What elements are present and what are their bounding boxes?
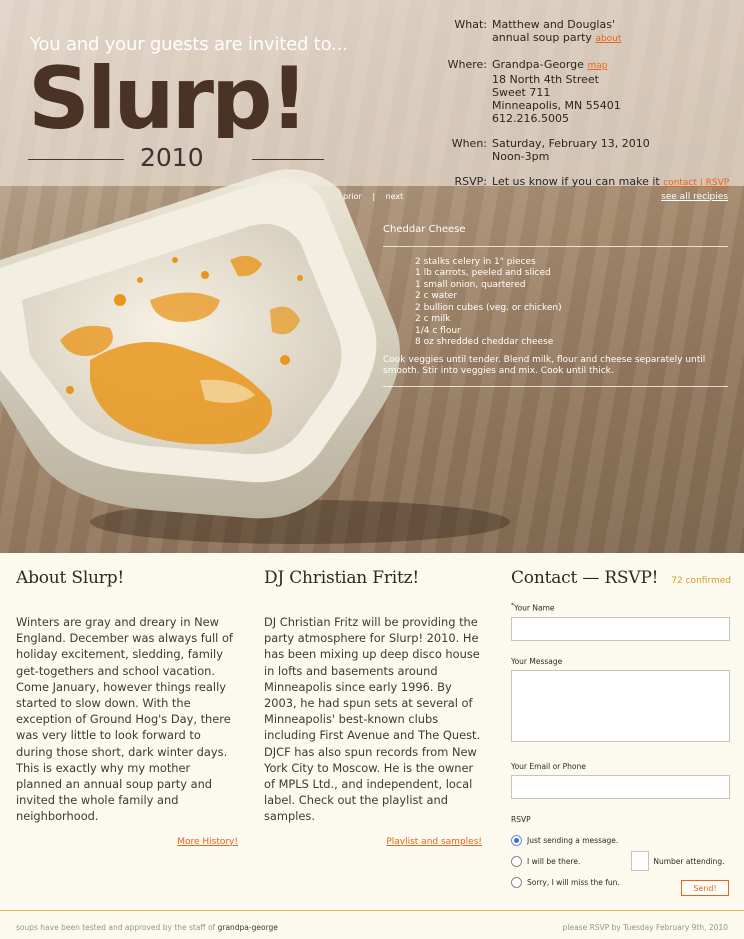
rsvp-group-label: RSVP bbox=[511, 814, 531, 824]
what-line-2: annual soup party about bbox=[492, 31, 740, 46]
venue-name: Grandpa-George bbox=[492, 58, 584, 71]
radio-selected[interactable] bbox=[511, 834, 522, 846]
what-value: Matthew and Douglas' annual soup party a… bbox=[492, 18, 740, 46]
message-label: Your Message bbox=[511, 656, 563, 666]
year-divider: 2010 bbox=[28, 143, 324, 175]
name-label-text: Your Name bbox=[514, 603, 555, 613]
where-label: Where: bbox=[447, 58, 487, 71]
number-attending-input[interactable] bbox=[631, 851, 650, 871]
what-line-1: Matthew and Douglas' bbox=[492, 18, 615, 31]
rsvp-value: Let us know if you can make it contact |… bbox=[492, 175, 740, 190]
venue-phone: 612.216.5005 bbox=[492, 112, 569, 125]
event-time: Noon-3pm bbox=[492, 150, 550, 163]
send-button[interactable]: Send! bbox=[681, 880, 729, 896]
option-label: Just sending a message. bbox=[527, 835, 619, 845]
hero-photo: You and your guests are invited to... Sl… bbox=[0, 0, 744, 553]
map-link[interactable]: map bbox=[587, 61, 607, 71]
event-date: Saturday, February 13, 2010 bbox=[492, 137, 650, 150]
when-value: Saturday, February 13, 2010 Noon-3pm bbox=[492, 137, 740, 163]
ingredient-list: 2 stalks celery in 1" pieces 1 lb carrot… bbox=[383, 247, 728, 355]
ingredient-item: 8 oz shredded cheddar cheese bbox=[415, 337, 554, 347]
radio-unselected[interactable] bbox=[511, 855, 522, 867]
divider-right bbox=[252, 159, 324, 160]
option-label: Sorry, I will miss the fun. bbox=[527, 877, 620, 887]
where-value: Grandpa-George map 18 North 4th Street S… bbox=[492, 58, 740, 125]
address-city: Minneapolis, MN 55401 bbox=[492, 99, 621, 112]
rsvp-option-attending[interactable]: I will be there. Number attending. bbox=[511, 851, 731, 872]
name-label: *Your Name bbox=[511, 602, 731, 613]
about-text: Winters are gray and dreary in New Engla… bbox=[16, 615, 233, 824]
event-details: What: Matthew and Douglas' annual soup p… bbox=[430, 18, 740, 202]
ingredient-item: 2 c milk bbox=[415, 314, 451, 324]
number-attending-label: Number attending. bbox=[653, 856, 725, 866]
recipe-method: Cook veggies until tender. Blend milk, f… bbox=[383, 355, 728, 387]
recipe-title: Cheddar Cheese bbox=[383, 224, 728, 247]
name-input[interactable] bbox=[511, 616, 730, 641]
about-link[interactable]: about bbox=[595, 34, 621, 44]
dj-heading: DJ Christian Fritz! bbox=[264, 568, 420, 588]
ingredient-item: 2 c water bbox=[415, 291, 458, 301]
next-recipe-link[interactable]: next bbox=[386, 192, 404, 201]
address-suite: Sweet 711 bbox=[492, 86, 551, 99]
ingredient-item: 1/4 c flour bbox=[415, 325, 461, 336]
see-all-recipes-link[interactable]: see all recipies bbox=[661, 192, 728, 202]
message-textarea[interactable] bbox=[511, 669, 730, 742]
ingredient-item: 1 small onion, quartered bbox=[415, 279, 526, 290]
radio-unselected[interactable] bbox=[511, 876, 522, 888]
what-label: What: bbox=[454, 18, 487, 31]
event-year: 2010 bbox=[140, 143, 204, 172]
ingredient-item: 1 lb carrots, peeled and sliced bbox=[415, 268, 551, 278]
slurp-logo: Slurp! bbox=[28, 54, 309, 138]
footer-credit-text: soups have been tested and approved by t… bbox=[16, 923, 216, 932]
when-row: When: Saturday, February 13, 2010 Noon-3… bbox=[430, 137, 740, 163]
dj-text: DJ Christian Fritz will be providing the… bbox=[264, 615, 481, 824]
rsvp-text: Let us know if you can make it bbox=[492, 175, 660, 188]
rsvp-label: RSVP: bbox=[454, 175, 488, 188]
recipe-nav: prior | next bbox=[343, 192, 411, 201]
rsvp-option-message[interactable]: Just sending a message. bbox=[511, 830, 731, 851]
confirmed-count: 72 confirmed bbox=[671, 576, 731, 586]
address-street: 18 North 4th Street bbox=[492, 73, 599, 86]
invite-line: You and your guests are invited to... bbox=[30, 34, 348, 55]
rsvp-row: RSVP: Let us know if you can make it con… bbox=[430, 175, 740, 190]
ingredient-item: 2 stalks celery in 1" pieces bbox=[415, 256, 536, 267]
what-text: annual soup party bbox=[492, 31, 592, 44]
ingredient-item: 2 bullion cubes (veg. or chicken) bbox=[415, 302, 562, 313]
email-label: Your Email or Phone bbox=[511, 761, 586, 771]
footer-rsvp-deadline: please RSVP by Tuesday February 9th, 201… bbox=[562, 923, 728, 932]
option-label: I will be there. bbox=[527, 856, 581, 866]
dj-section: DJ Christian Fritz! DJ Christian Fritz w… bbox=[264, 568, 482, 847]
footer-brand-link[interactable]: grandpa-george bbox=[218, 923, 278, 932]
what-row: What: Matthew and Douglas' annual soup p… bbox=[430, 18, 740, 46]
contact-heading: Contact — RSVP! bbox=[511, 568, 659, 588]
contact-rsvp-link[interactable]: contact | RSVP bbox=[663, 178, 729, 188]
email-phone-input[interactable] bbox=[511, 774, 730, 799]
footer: soups have been tested and approved by t… bbox=[0, 910, 744, 939]
contact-section: Contact — RSVP! 72 confirmed *Your Name … bbox=[511, 568, 731, 896]
playlist-link[interactable]: Playlist and samples! bbox=[264, 837, 482, 847]
recipe-card: Cheddar Cheese 2 stalks celery in 1" pie… bbox=[383, 224, 728, 387]
more-history-link[interactable]: More History! bbox=[16, 837, 238, 847]
where-line-1: Grandpa-George map bbox=[492, 58, 740, 73]
where-row: Where: Grandpa-George map 18 North 4th S… bbox=[430, 58, 740, 125]
logo-text: Slurp! bbox=[28, 54, 306, 138]
footer-credit: soups have been tested and approved by t… bbox=[16, 923, 278, 932]
contact-header: Contact — RSVP! 72 confirmed bbox=[511, 568, 731, 588]
divider-left bbox=[28, 159, 124, 160]
recipe-nav-separator: | bbox=[372, 192, 376, 201]
about-section: About Slurp! Winters are gray and dreary… bbox=[16, 568, 238, 847]
when-label: When: bbox=[451, 137, 487, 150]
prior-recipe-link[interactable]: prior bbox=[343, 192, 362, 201]
about-heading: About Slurp! bbox=[16, 568, 125, 588]
